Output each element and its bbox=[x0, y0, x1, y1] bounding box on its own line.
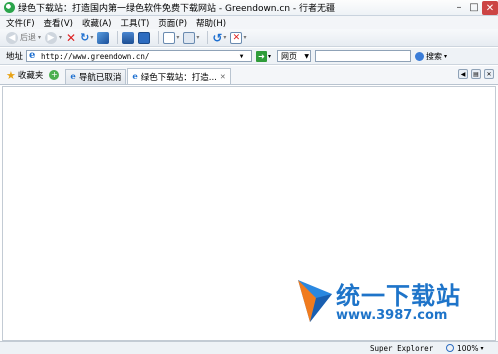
search-mode-value: 网页 bbox=[281, 51, 298, 61]
address-bar: 地址 e ▼ ➜ ▾ 网页 ▼ 搜索 ▾ bbox=[0, 48, 498, 65]
search-button[interactable]: 搜索 ▾ bbox=[415, 51, 447, 62]
edit-icon bbox=[163, 31, 176, 44]
layout-icon bbox=[183, 31, 196, 44]
star-icon: ★ bbox=[6, 68, 16, 82]
tab-controls: ◀ ▤ ✕ bbox=[455, 69, 494, 79]
add-favorite-button[interactable]: + bbox=[49, 68, 60, 84]
undo-close-button[interactable]: ↺ ▾ bbox=[212, 31, 226, 45]
tab-label: 导航已取消 bbox=[78, 73, 122, 83]
zoom-level: 100% bbox=[457, 343, 479, 353]
watermark-logo-icon bbox=[298, 280, 332, 322]
layout-button[interactable]: ▾ bbox=[183, 31, 199, 45]
go-arrow-icon: ➜ bbox=[258, 51, 265, 61]
history-button[interactable] bbox=[122, 31, 135, 45]
menu-page[interactable]: 页面(P) bbox=[158, 17, 187, 29]
back-label: 后退 bbox=[20, 33, 36, 42]
forward-arrow-icon: ▶ bbox=[45, 31, 58, 44]
search-mode-select[interactable]: 网页 ▼ bbox=[277, 50, 312, 62]
ie-page-icon: e bbox=[70, 72, 76, 82]
close-button[interactable]: ✕ bbox=[482, 1, 498, 15]
undo-icon: ↺ bbox=[212, 30, 223, 45]
stop-icon: ✕ bbox=[66, 30, 77, 45]
favorites-button[interactable]: ★ 收藏夹 bbox=[6, 68, 43, 84]
home-icon bbox=[97, 31, 110, 44]
menu-bar: 文件(F) 查看(V) 收藏(A) 工具(T) 页面(P) 帮助(H) bbox=[0, 16, 498, 29]
menu-view[interactable]: 查看(V) bbox=[44, 17, 73, 29]
window-controls: – □ ✕ bbox=[451, 0, 498, 15]
title-bar: 绿色下载站：打造国内第一绿色软件免费下载网站 - Greendown.cn - … bbox=[0, 0, 498, 16]
add-favorite-icon: + bbox=[49, 70, 60, 80]
status-bar: Super Explorer 100% ▾ bbox=[0, 341, 498, 354]
tab-prev-icon[interactable]: ◀ bbox=[458, 69, 468, 79]
home-button[interactable] bbox=[97, 31, 110, 45]
status-app-name: Super Explorer bbox=[370, 343, 434, 353]
history-icon bbox=[122, 31, 135, 44]
chevron-down-icon: ▼ bbox=[304, 52, 310, 60]
app-logo-icon bbox=[4, 2, 15, 13]
search-input[interactable] bbox=[315, 50, 412, 62]
screen-button[interactable] bbox=[138, 31, 151, 45]
search-label: 搜索 bbox=[426, 51, 443, 61]
zoom-control[interactable]: 100% ▾ bbox=[446, 344, 483, 353]
site-watermark: 统一下载站 www.3987.com bbox=[296, 276, 472, 336]
maximize-button[interactable]: □ bbox=[467, 0, 481, 14]
window-title: 绿色下载站：打造国内第一绿色软件免费下载网站 - Greendown.cn - … bbox=[18, 4, 335, 14]
screen-icon bbox=[138, 31, 151, 44]
tab-label: 绿色下载站：打造... bbox=[140, 72, 217, 83]
address-field: e ▼ bbox=[26, 50, 253, 62]
menu-file[interactable]: 文件(F) bbox=[6, 17, 35, 29]
go-button[interactable]: ➜ bbox=[256, 50, 268, 62]
watermark-url: www.3987.com bbox=[336, 308, 448, 323]
menu-help[interactable]: 帮助(H) bbox=[196, 17, 226, 29]
back-arrow-icon: ◀ bbox=[6, 31, 18, 44]
menu-favorites[interactable]: 收藏(A) bbox=[82, 17, 111, 29]
browser-window: 绿色下载站：打造国内第一绿色软件免费下载网站 - Greendown.cn - … bbox=[0, 0, 498, 354]
tab-close-all-icon[interactable]: ✕ bbox=[484, 69, 494, 79]
watermark-name: 统一下载站 bbox=[336, 282, 461, 310]
menu-tools[interactable]: 工具(T) bbox=[120, 17, 149, 29]
tab-list-icon[interactable]: ▤ bbox=[471, 69, 481, 79]
close-tab-icon: ✕ bbox=[230, 31, 243, 44]
search-icon bbox=[415, 51, 425, 61]
tab-greendown[interactable]: e 绿色下载站：打造... ✕ bbox=[127, 68, 231, 84]
address-label: 地址 bbox=[6, 52, 24, 62]
tab-navigation-cancelled[interactable]: e 导航已取消 bbox=[65, 69, 127, 84]
refresh-icon: ↻ bbox=[80, 31, 90, 44]
forward-button[interactable]: ▶ ▾ bbox=[45, 31, 62, 45]
navigation-toolbar: ◀ 后退 ▾ ▶ ▾ ✕ ↻ ▾ ▾ ▾ ↺ ▾ ✕ ▾ bbox=[0, 29, 498, 47]
minimize-button[interactable]: – bbox=[452, 0, 466, 14]
close-tab-button[interactable]: ✕ ▾ bbox=[230, 31, 246, 45]
edit-button[interactable]: ▾ bbox=[163, 31, 179, 45]
ie-page-icon: e bbox=[132, 71, 138, 82]
refresh-button[interactable]: ↻ ▾ bbox=[80, 31, 93, 45]
favorites-label: 收藏夹 bbox=[17, 71, 44, 81]
ie-page-icon: e bbox=[29, 50, 36, 61]
address-dropdown-icon[interactable]: ▼ bbox=[237, 51, 246, 61]
url-input[interactable] bbox=[41, 51, 238, 61]
back-button[interactable]: ◀ 后退 ▾ bbox=[6, 31, 41, 45]
tab-bar: ★ 收藏夹 + e 导航已取消 e 绿色下载站：打造... ✕ ◀ ▤ ✕ bbox=[0, 66, 498, 85]
stop-button[interactable]: ✕ bbox=[66, 31, 76, 45]
tab-close-icon[interactable]: ✕ bbox=[220, 73, 226, 81]
zoom-icon bbox=[446, 344, 454, 352]
